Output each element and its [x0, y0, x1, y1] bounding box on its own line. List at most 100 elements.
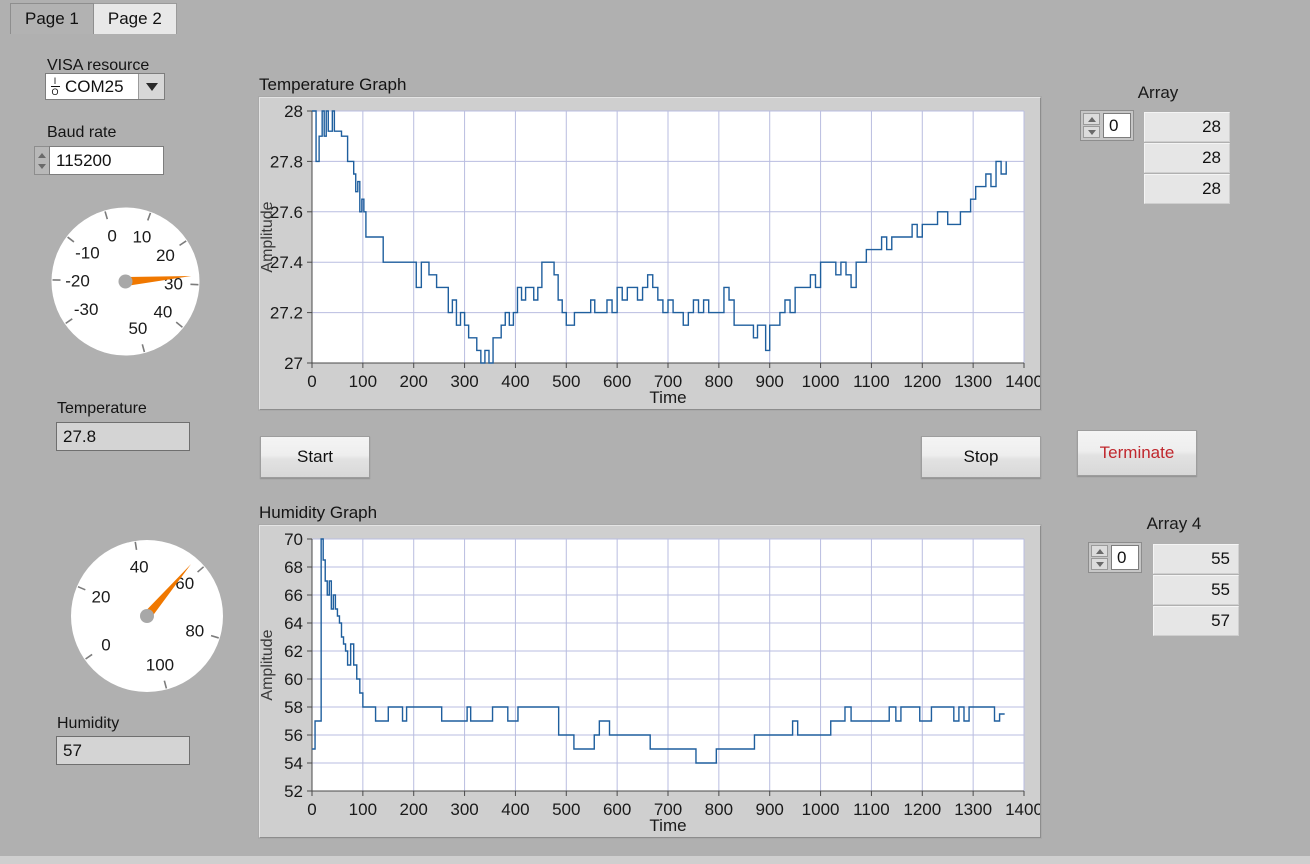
svg-text:1000: 1000 [802, 800, 840, 819]
svg-text:27.2: 27.2 [270, 304, 303, 323]
io-glyph: IO [50, 76, 60, 97]
svg-text:10: 10 [132, 227, 151, 246]
baud-rate-value[interactable]: 115200 [49, 146, 164, 175]
svg-text:27: 27 [284, 354, 303, 373]
svg-text:-10: -10 [75, 243, 100, 262]
spinner-down-icon[interactable] [35, 161, 49, 172]
svg-text:50: 50 [128, 319, 147, 338]
baud-rate-label: Baud rate [47, 124, 117, 141]
humidity-graph[interactable]: 52 54 56 58 60 62 64 66 68 70 0 100 200 300 400 500 600 7… [259, 525, 1041, 838]
terminate-button[interactable]: Terminate [1077, 430, 1197, 476]
svg-text:1400: 1400 [1005, 372, 1040, 391]
array-cell: 28 [1144, 112, 1230, 142]
humidity-array-index-value[interactable]: 0 [1111, 545, 1139, 570]
svg-text:20: 20 [92, 587, 111, 606]
start-button-label: Start [297, 447, 333, 466]
svg-text:500: 500 [552, 800, 580, 819]
svg-text:0: 0 [307, 372, 316, 391]
svg-text:58: 58 [284, 698, 303, 717]
svg-text:1100: 1100 [853, 372, 890, 391]
svg-text:800: 800 [705, 800, 733, 819]
svg-text:300: 300 [450, 372, 478, 391]
stop-button-label: Stop [963, 447, 999, 466]
svg-text:100: 100 [349, 372, 377, 391]
baud-rate-spin-buttons[interactable] [34, 146, 49, 175]
tab-strip: Page 1 Page 2 [10, 3, 177, 34]
svg-text:0: 0 [307, 800, 316, 819]
svg-text:1000: 1000 [802, 372, 840, 391]
svg-text:64: 64 [284, 614, 303, 633]
svg-text:Time: Time [649, 816, 686, 835]
array-cell: 28 [1144, 143, 1230, 173]
baud-rate-stepper[interactable]: 115200 [34, 146, 164, 175]
svg-text:1300: 1300 [954, 800, 992, 819]
temperature-graph[interactable]: 27 27.2 27.4 27.6 27.8 28 0 100 200 300 400 500 600 7… [259, 97, 1041, 410]
svg-text:0: 0 [107, 226, 116, 245]
svg-text:70: 70 [284, 530, 303, 549]
tab-bar: Page 1 Page 2 [0, 0, 1310, 36]
svg-text:300: 300 [450, 800, 478, 819]
tab-page-1-label: Page 1 [25, 9, 79, 28]
svg-text:1100: 1100 [853, 800, 890, 819]
visa-resource-input[interactable]: IO COM25 [45, 73, 165, 100]
svg-text:200: 200 [400, 372, 428, 391]
bottom-strip [0, 856, 1310, 864]
svg-text:400: 400 [501, 800, 529, 819]
svg-text:-20: -20 [65, 271, 90, 290]
array-index-down-icon[interactable] [1083, 126, 1100, 138]
terminate-button-label: Terminate [1099, 443, 1175, 462]
svg-text:40: 40 [130, 558, 149, 577]
tab-page-2[interactable]: Page 2 [92, 3, 177, 34]
temperature-array-index[interactable]: 0 [1080, 110, 1134, 141]
tab-underline [0, 34, 1310, 36]
svg-text:0: 0 [101, 636, 110, 655]
svg-text:60: 60 [284, 670, 303, 689]
spinner-up-icon[interactable] [35, 150, 49, 161]
svg-text:900: 900 [756, 800, 784, 819]
array-index-up-icon[interactable] [1083, 113, 1100, 125]
chevron-down-icon[interactable] [138, 74, 164, 99]
svg-text:66: 66 [284, 586, 303, 605]
svg-text:200: 200 [400, 800, 428, 819]
humidity-array-title: Array 4 [1146, 514, 1202, 533]
temperature-graph-title: Temperature Graph [259, 75, 407, 94]
svg-text:1400: 1400 [1005, 800, 1040, 819]
svg-text:Amplitude: Amplitude [260, 201, 276, 272]
array-cell: 57 [1153, 606, 1239, 636]
svg-text:54: 54 [284, 754, 303, 773]
svg-text:1200: 1200 [903, 800, 941, 819]
temperature-array-index-buttons[interactable] [1083, 113, 1100, 138]
stop-button[interactable]: Stop [921, 436, 1041, 478]
start-button[interactable]: Start [260, 436, 370, 478]
array-index-up-icon[interactable] [1091, 545, 1108, 557]
humidity-array-index[interactable]: 0 [1088, 542, 1142, 573]
temperature-array-title: Array [1137, 83, 1179, 102]
svg-text:1200: 1200 [903, 372, 941, 391]
svg-text:62: 62 [284, 642, 303, 661]
svg-text:800: 800 [705, 372, 733, 391]
svg-text:Time: Time [649, 388, 686, 407]
tab-page-1[interactable]: Page 1 [10, 3, 94, 34]
svg-text:1300: 1300 [954, 372, 992, 391]
svg-text:400: 400 [501, 372, 529, 391]
svg-text:-30: -30 [74, 300, 99, 319]
svg-text:80: 80 [185, 622, 204, 641]
temperature-gauge: -30 -20 -10 0 10 20 30 40 50 [48, 204, 203, 359]
temperature-array-index-value[interactable]: 0 [1103, 113, 1131, 138]
temperature-indicator-label: Temperature [57, 400, 147, 417]
svg-text:20: 20 [156, 246, 175, 265]
svg-text:56: 56 [284, 726, 303, 745]
svg-text:68: 68 [284, 558, 303, 577]
svg-text:Amplitude: Amplitude [260, 629, 276, 700]
array-cell: 55 [1153, 575, 1239, 605]
svg-text:28: 28 [284, 102, 303, 121]
array-cell: 28 [1144, 174, 1230, 204]
tab-page-2-label: Page 2 [107, 9, 162, 28]
array-index-down-icon[interactable] [1091, 558, 1108, 570]
array-cell: 55 [1153, 544, 1239, 574]
visa-resource-value: COM25 [65, 76, 124, 96]
temperature-indicator-value: 27.8 [56, 422, 190, 451]
svg-text:600: 600 [603, 372, 631, 391]
humidity-indicator-label: Humidity [57, 715, 120, 732]
humidity-array-index-buttons[interactable] [1091, 545, 1108, 570]
